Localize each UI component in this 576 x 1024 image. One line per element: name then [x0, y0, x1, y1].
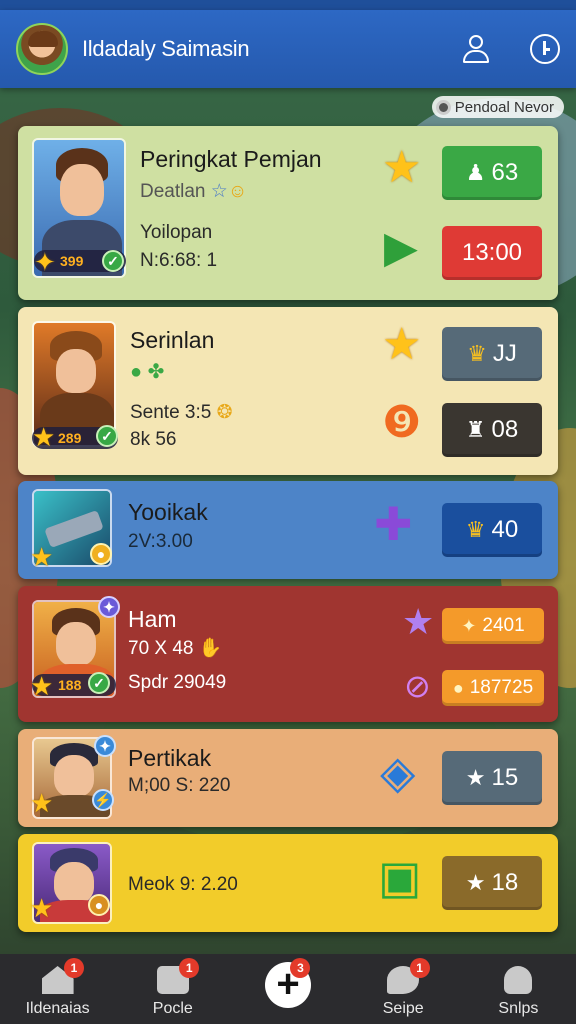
coin-badge-icon: ●: [88, 894, 110, 916]
card-line: N:6:68: 1: [140, 250, 218, 271]
player-card[interactable]: ★ ⚡ ✦ Pertikak M;00 S: 220 ◈ ★ 15: [18, 729, 558, 827]
nav-item-profile[interactable]: Snlps: [461, 954, 576, 1024]
card-line: 70 X 48 ✋: [128, 638, 223, 659]
star-badge-icon: ✦: [34, 247, 56, 277]
card-line: 2V:3.00: [128, 531, 193, 552]
ranking-card[interactable]: 399 ✦ ✓ Peringkat Pemjan Deatlan ☆☺ Yoil…: [18, 126, 558, 300]
card-line: Sente 3:5 ❂: [130, 402, 233, 423]
boost-badge-icon: ✦: [94, 735, 116, 757]
star-badge-icon: ★: [32, 422, 56, 452]
boost-button[interactable]: ♛ JJ: [442, 327, 542, 381]
skill-badge-icon: ✦: [98, 596, 120, 618]
reward-button[interactable]: ✦ 2401: [442, 608, 544, 644]
skill-badge-icon: ⚡: [92, 789, 114, 811]
rank-button[interactable]: ★ 18: [442, 856, 542, 910]
person-icon: [504, 966, 533, 994]
rank-button[interactable]: ★ 15: [442, 751, 542, 805]
nav-label: Ildenaias: [25, 1000, 90, 1017]
player-card[interactable]: ★ ● Meok 9: 2.20 ▣ ★ 18: [18, 834, 558, 932]
player-card[interactable]: 289 ★ ✓ Serinlan ● ✤ Sente 3:5 ❂ 8k 56 ★…: [18, 307, 558, 475]
card-line: 8k 56: [130, 429, 177, 450]
app-bar: Ildadaly Saimasin: [0, 10, 576, 88]
chat-bubble-icon[interactable]: ❾: [382, 401, 421, 445]
star-icon: ★: [382, 143, 422, 192]
timer-icon[interactable]: [530, 34, 560, 64]
time-button[interactable]: 13:00: [442, 226, 542, 280]
check-badge-icon: ✓: [88, 672, 110, 694]
score-button[interactable]: ♟ 63: [442, 146, 542, 200]
count-button[interactable]: ♜ 08: [442, 403, 542, 457]
nav-label: Snlps: [498, 1000, 539, 1017]
player-card[interactable]: 188 ★ ✓ ✦ Ham 70 X 48 ✋ Spdr 29049 ★ ⊘ ✦…: [18, 586, 558, 722]
link-icon[interactable]: ⊘: [404, 670, 431, 702]
nav-item-home[interactable]: Ildenaias 1: [0, 954, 115, 1024]
star-icon: ★: [402, 601, 435, 642]
ear-shield-icon[interactable]: ◈: [380, 749, 415, 795]
card-title: Peringkat Pemjan: [140, 146, 322, 172]
points-button[interactable]: ♛ 40: [442, 503, 542, 557]
card-title: Pertikak: [128, 745, 212, 771]
card-subtitle: Deatlan ☆☺: [140, 181, 248, 202]
record-icon: [435, 99, 451, 115]
bottom-nav: Ildenaias 1 Pocle 1 + 3 Seipe 1 Snlps: [0, 954, 576, 1024]
star-badge-icon: ★: [30, 542, 54, 572]
card-line: Meok 9: 2.20: [128, 874, 238, 895]
status-bar: [0, 0, 576, 10]
notification-badge: 1: [64, 958, 84, 978]
check-badge-icon: ✓: [96, 425, 118, 447]
card-line: Spdr 29049: [128, 672, 227, 693]
pawn-icon: ♟: [465, 160, 486, 185]
card-title: Yooikak: [128, 499, 208, 525]
app-title: Ildadaly Saimasin: [82, 36, 250, 61]
star-icon: ★: [382, 320, 422, 369]
weapon-card[interactable]: ★ ● Yooikak 2V:3.00 ✚ ♛ 40: [18, 481, 558, 579]
star-outline-icon: ☆: [210, 181, 228, 202]
notification-badge: 1: [179, 958, 200, 978]
nav-label: Pocle: [152, 1000, 193, 1017]
puzzle-icon[interactable]: ✚: [374, 501, 413, 547]
profile-icon[interactable]: [460, 33, 492, 65]
shield-check-icon[interactable]: ▣: [378, 854, 421, 900]
check-badge-icon: ✓: [102, 250, 124, 272]
smile-icon: ☺: [227, 181, 248, 202]
coin-badge-icon: ●: [90, 543, 112, 565]
player-avatar[interactable]: [16, 23, 68, 75]
info-pill-label: Pendoal Nevor: [454, 98, 554, 116]
card-line: Yoilopan: [140, 222, 213, 243]
coins-button[interactable]: ● 187725: [442, 670, 544, 706]
info-pill[interactable]: Pendoal Nevor: [431, 96, 564, 118]
card-line: M;00 S: 220: [128, 775, 231, 796]
play-icon[interactable]: ▶: [384, 226, 418, 270]
card-title: Ham: [128, 606, 177, 632]
notification-badge: 1: [409, 958, 430, 978]
star-badge-icon: ★: [30, 671, 54, 701]
nav-item-dice[interactable]: Pocle 1: [115, 954, 230, 1024]
star-badge-icon: ★: [30, 788, 54, 818]
star-badge-icon: ★: [30, 893, 54, 923]
nav-item-add[interactable]: + 3: [230, 954, 345, 1024]
nav-label: Seipe: [382, 1000, 424, 1017]
nav-item-chat[interactable]: Seipe 1: [346, 954, 461, 1024]
status-icons: ● ✤: [130, 361, 165, 383]
card-title: Serinlan: [130, 327, 215, 353]
